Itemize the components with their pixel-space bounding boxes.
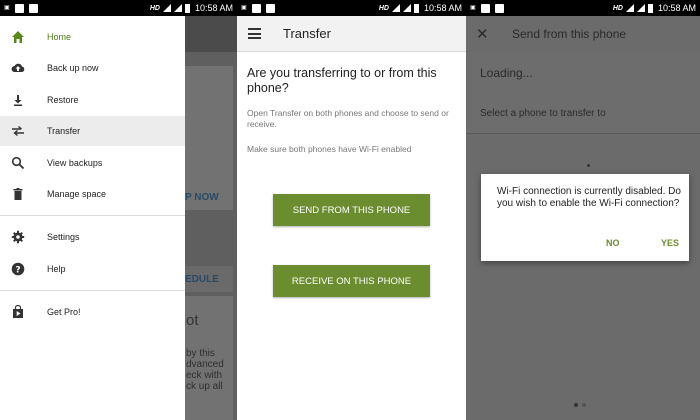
search-icon xyxy=(11,156,25,170)
download-notification-icon xyxy=(265,3,275,13)
status-bar: ▣ HD 10:58 AM xyxy=(466,0,700,16)
signal-icon-2 xyxy=(636,4,645,12)
transfer-question: Are you transferring to or from this pho… xyxy=(247,66,437,95)
drawer-divider xyxy=(0,215,185,216)
page-title: Transfer xyxy=(283,26,331,41)
signal-icon xyxy=(162,4,171,12)
signal-icon-2 xyxy=(173,4,182,12)
download-notification-icon xyxy=(28,3,38,13)
drawer-item-label: Back up now xyxy=(47,63,99,73)
image-notification-icon xyxy=(14,3,24,13)
notification-icon: ▣ xyxy=(470,5,476,11)
background-text-line: dvanced xyxy=(186,359,224,370)
drawer-item-transfer[interactable]: Transfer xyxy=(0,116,185,146)
play-store-icon xyxy=(13,305,23,318)
notification-icon: ▣ xyxy=(4,5,10,11)
app-bar: ✕ Send from this phone xyxy=(466,16,700,52)
loading-text: Loading... xyxy=(480,66,533,80)
background-text-line: by this xyxy=(186,348,215,359)
status-bar: ▣ HD 10:58 AM xyxy=(0,0,237,16)
page-title: Send from this phone xyxy=(512,27,627,41)
download-icon xyxy=(14,95,22,106)
background-text-line: ck up all xyxy=(186,381,223,392)
image-notification-icon xyxy=(480,3,490,13)
gear-icon xyxy=(11,230,25,244)
battery-icon xyxy=(184,3,190,13)
drawer-item-help[interactable]: ? Help xyxy=(0,254,185,284)
clock: 10:58 AM xyxy=(194,3,233,13)
drawer-item-restore[interactable]: Restore xyxy=(0,85,185,115)
drawer-divider xyxy=(0,290,185,291)
header-area xyxy=(466,52,700,134)
cloud-upload-icon xyxy=(11,63,25,72)
trash-icon xyxy=(13,188,23,200)
transfer-icon xyxy=(12,125,24,137)
drawer-item-settings[interactable]: Settings xyxy=(0,222,185,252)
background-backup-now-link: P NOW xyxy=(185,192,219,203)
hd-indicator: HD xyxy=(149,4,160,12)
menu-icon[interactable] xyxy=(248,28,261,39)
dialog-yes-button[interactable]: YES xyxy=(661,238,679,248)
wifi-note: Make sure both phones have Wi-Fi enabled xyxy=(247,144,412,154)
close-icon[interactable]: ✕ xyxy=(476,25,489,43)
receive-on-this-phone-button[interactable]: RECEIVE ON THIS PHONE xyxy=(273,265,430,297)
download-notification-icon xyxy=(494,3,504,13)
background-text-line: eck with xyxy=(186,370,223,381)
clock: 10:58 AM xyxy=(657,3,696,13)
drawer-item-label: Restore xyxy=(47,95,79,105)
help-icon: ? xyxy=(11,262,25,276)
page-indicator xyxy=(574,403,586,407)
clock: 10:58 AM xyxy=(423,3,462,13)
page-dot-active xyxy=(574,403,578,407)
signal-icon xyxy=(391,4,400,12)
drawer-item-get-pro[interactable]: Get Pro! xyxy=(0,297,185,327)
page-dot xyxy=(582,403,586,407)
transfer-instruction: Open Transfer on both phones and choose … xyxy=(247,108,449,129)
home-icon xyxy=(12,31,24,43)
drawer-item-label: Transfer xyxy=(47,126,81,136)
screen-transfer: ▣ HD 10:58 AM Transfer Are you transferr… xyxy=(237,0,466,420)
dialog-no-button[interactable]: NO xyxy=(606,238,620,248)
status-bar: ▣ HD 10:58 AM xyxy=(237,0,466,16)
signal-icon xyxy=(625,4,634,12)
screen-navigation-drawer: ▣ HD 10:58 AM P NOW EDULE ot by this dva… xyxy=(0,0,237,420)
app-bar: Transfer xyxy=(237,16,466,52)
battery-icon xyxy=(647,3,653,13)
drawer-item-label: Help xyxy=(47,264,66,274)
drawer-item-view-backups[interactable]: View backups xyxy=(0,148,185,178)
signal-icon-2 xyxy=(402,4,411,12)
battery-icon xyxy=(413,3,419,13)
drawer-item-label: Home xyxy=(47,32,72,42)
drawer-item-home[interactable]: Home xyxy=(0,22,185,52)
notification-icon: ▣ xyxy=(241,5,247,11)
send-from-this-phone-button[interactable]: SEND FROM THIS PHONE xyxy=(273,194,430,226)
drawer-item-label: Settings xyxy=(47,232,80,242)
drawer-item-label: Get Pro! xyxy=(47,307,81,317)
screen-send-from-this-phone: ▣ HD 10:58 AM ✕ Send from this phone Loa… xyxy=(466,0,700,420)
dialog-message: Wi-Fi connection is currently disabled. … xyxy=(497,186,681,209)
hd-indicator: HD xyxy=(612,4,623,12)
background-heading: ot xyxy=(186,312,199,329)
background-card xyxy=(185,66,233,210)
image-notification-icon xyxy=(251,3,261,13)
drawer-item-label: View backups xyxy=(47,158,103,168)
select-phone-prompt: Select a phone to transfer to xyxy=(480,108,606,119)
background-schedule-link: EDULE xyxy=(185,274,219,285)
spinner xyxy=(587,164,590,167)
wifi-dialog: Wi-Fi connection is currently disabled. … xyxy=(481,174,689,261)
navigation-drawer: Home Back up now Restore Transfer View b… xyxy=(0,16,185,420)
drawer-item-label: Manage space xyxy=(47,189,107,199)
svg-text:?: ? xyxy=(15,265,20,275)
drawer-item-manage-space[interactable]: Manage space xyxy=(0,179,185,209)
drawer-item-back-up-now[interactable]: Back up now xyxy=(0,53,185,83)
hd-indicator: HD xyxy=(378,4,389,12)
